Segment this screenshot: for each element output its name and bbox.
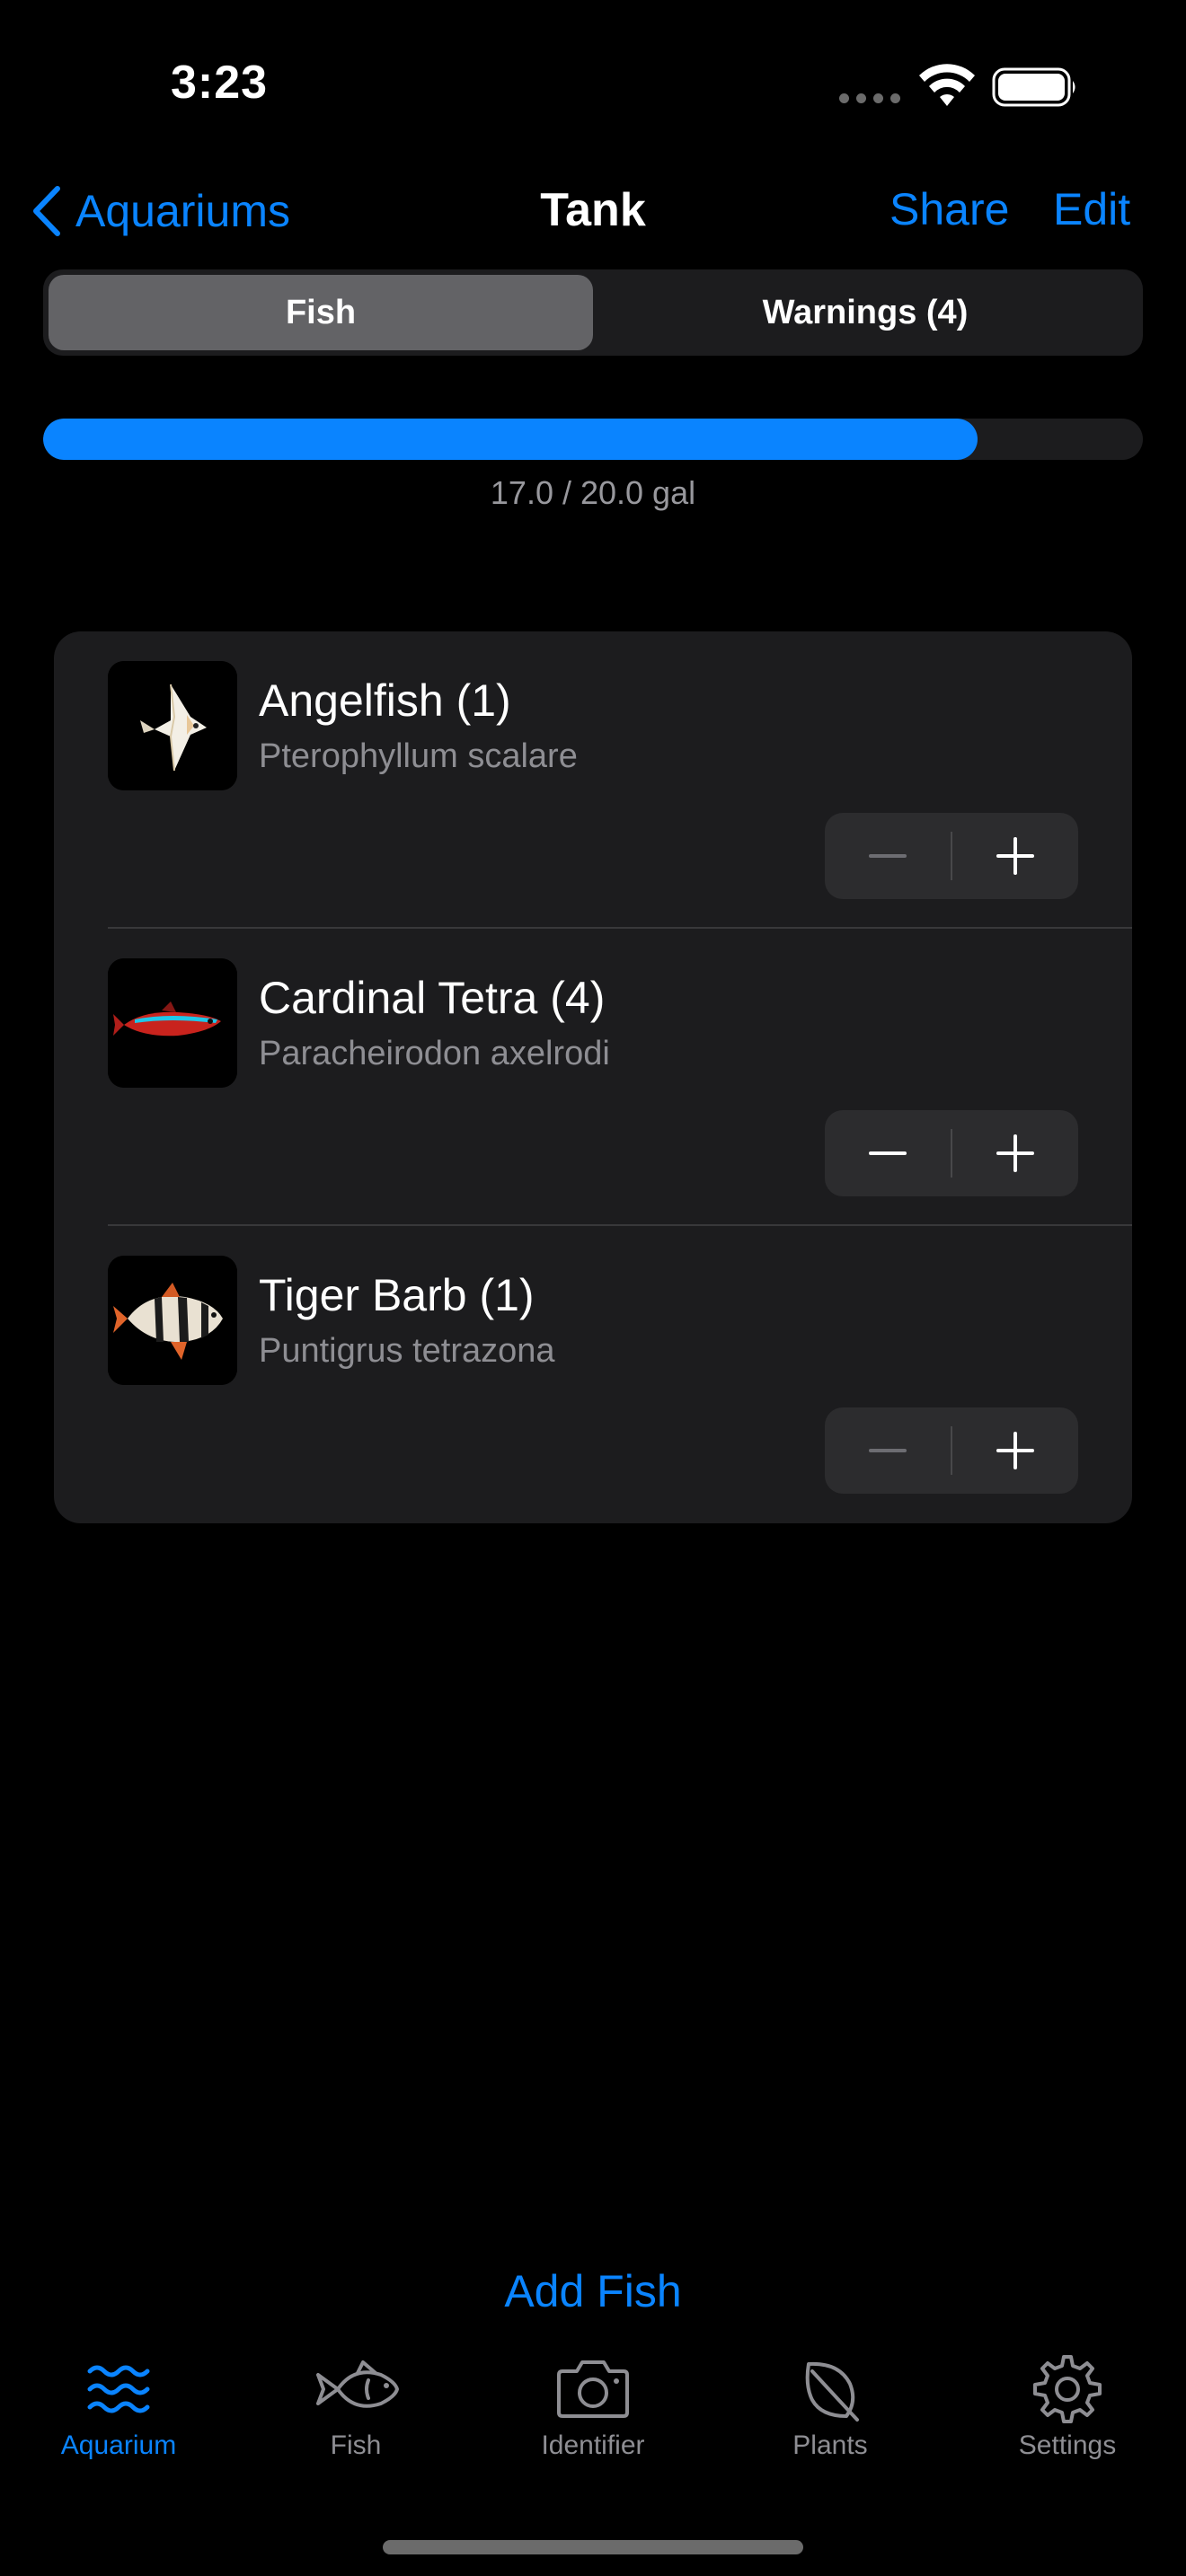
- cellular-signal-icon: [839, 93, 902, 106]
- minus-icon: [869, 1151, 907, 1155]
- tab-settings[interactable]: Settings: [949, 2353, 1186, 2479]
- fish-name: Tiger Barb (1): [259, 1270, 535, 1320]
- camera-icon: [548, 2353, 638, 2425]
- increment-button[interactable]: [952, 1407, 1078, 1494]
- capacity-progress-fill: [43, 419, 978, 460]
- segmented-control: Fish Warnings (4): [43, 269, 1143, 356]
- share-button[interactable]: Share: [890, 183, 1009, 235]
- battery-icon: [992, 66, 1078, 108]
- tab-label: Fish: [330, 2430, 382, 2460]
- gear-icon: [1022, 2353, 1112, 2425]
- tab-plants[interactable]: Plants: [712, 2353, 949, 2479]
- decrement-button[interactable]: [825, 813, 951, 899]
- fish-scientific-name: Puntigrus tetrazona: [259, 1332, 555, 1370]
- tab-fish[interactable]: Fish: [237, 2353, 474, 2479]
- list-item[interactable]: Cardinal Tetra (4) Paracheirodon axelrod…: [54, 929, 1132, 1226]
- segment-warnings[interactable]: Warnings (4): [593, 275, 1137, 350]
- minus-icon: [869, 854, 907, 858]
- tab-aquarium[interactable]: Aquarium: [0, 2353, 237, 2479]
- tab-label: Identifier: [541, 2430, 645, 2460]
- chevron-left-icon: [33, 186, 60, 236]
- fish-name: Cardinal Tetra (4): [259, 973, 606, 1023]
- tiger-barb-image: [108, 1256, 237, 1385]
- wifi-icon: [918, 63, 976, 108]
- fish-icon: [311, 2353, 401, 2425]
- edit-button[interactable]: Edit: [1053, 183, 1130, 235]
- minus-icon: [869, 1449, 907, 1452]
- plus-icon: [996, 1134, 1034, 1172]
- add-fish-button[interactable]: Add Fish: [0, 2265, 1186, 2317]
- fish-list: Angelfish (1) Pterophyllum scalare Cardi…: [54, 631, 1132, 1523]
- increment-button[interactable]: [952, 1110, 1078, 1196]
- list-item[interactable]: Angelfish (1) Pterophyllum scalare: [54, 631, 1132, 929]
- fish-scientific-name: Paracheirodon axelrodi: [259, 1035, 610, 1072]
- back-button-label: Aquariums: [75, 186, 290, 236]
- list-item[interactable]: Tiger Barb (1) Puntigrus tetrazona: [54, 1226, 1132, 1523]
- decrement-button[interactable]: [825, 1407, 951, 1494]
- angelfish-image: [108, 661, 237, 790]
- capacity-progress-bar: [43, 419, 1143, 460]
- home-indicator: [383, 2540, 803, 2554]
- plus-icon: [996, 1432, 1034, 1469]
- tab-label: Aquarium: [60, 2430, 177, 2460]
- increment-button[interactable]: [952, 813, 1078, 899]
- fish-scientific-name: Pterophyllum scalare: [259, 737, 578, 775]
- back-button[interactable]: Aquariums: [31, 180, 290, 243]
- tab-bar: Aquarium Fish Identifier Plants Settings: [0, 2353, 1186, 2479]
- quantity-stepper: [825, 813, 1078, 899]
- fish-name: Angelfish (1): [259, 675, 511, 726]
- tab-label: Settings: [1018, 2430, 1117, 2460]
- capacity-text: 17.0 / 20.0 gal: [490, 474, 696, 511]
- tab-identifier[interactable]: Identifier: [474, 2353, 712, 2479]
- segment-fish[interactable]: Fish: [49, 275, 593, 350]
- plus-icon: [996, 837, 1034, 875]
- tab-label: Plants: [792, 2430, 868, 2460]
- quantity-stepper: [825, 1407, 1078, 1494]
- quantity-stepper: [825, 1110, 1078, 1196]
- waves-icon: [74, 2353, 164, 2425]
- cardinal-tetra-image: [108, 958, 237, 1088]
- leaf-icon: [785, 2353, 875, 2425]
- status-time: 3:23: [171, 57, 269, 109]
- decrement-button[interactable]: [825, 1110, 951, 1196]
